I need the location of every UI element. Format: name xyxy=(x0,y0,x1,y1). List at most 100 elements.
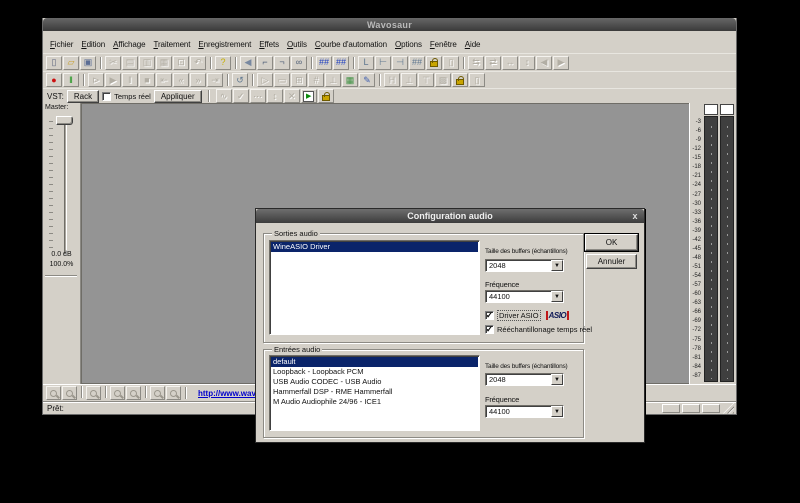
zoom-selection-icon xyxy=(90,389,97,397)
markers-all-button[interactable]: ## xyxy=(409,55,425,70)
connector-button[interactable]: ⌐ xyxy=(257,55,273,70)
cut-icon: ✂ xyxy=(109,57,117,67)
window-titlebar[interactable]: Wavosaur xyxy=(43,18,736,31)
vst-updown-icon: ↕ xyxy=(272,90,277,101)
meter-scale-label: -27 xyxy=(692,191,701,198)
undo-button: ↶ xyxy=(190,55,206,70)
dialog-titlebar[interactable]: Configuration audio x xyxy=(256,209,644,223)
toolbar-separator xyxy=(210,56,212,69)
inputs-buffer-combo[interactable]: 2048 ▼ xyxy=(485,373,564,386)
menu-enregistrement[interactable]: Enregistrement xyxy=(194,39,255,50)
batch-grid-button[interactable]: ▦ xyxy=(342,73,358,87)
menu-fen-tre[interactable]: Fenêtre xyxy=(426,39,461,50)
master-slider-track[interactable] xyxy=(64,117,67,255)
zoom-all-icon xyxy=(114,389,121,397)
vst-check-button: ✓ xyxy=(232,89,249,103)
vst-play-button[interactable]: ▶ xyxy=(300,89,317,103)
menu-fichier[interactable]: Fichier xyxy=(46,39,77,50)
list-item[interactable]: Loopback - Loopback PCM xyxy=(271,367,478,377)
meter-scale-label: -3 xyxy=(695,119,701,125)
block-icon: ▩ xyxy=(438,74,448,85)
pencil-edit-button[interactable]: ✎ xyxy=(359,73,375,87)
lock-transport-button[interactable] xyxy=(452,73,468,87)
copy-button: ▤ xyxy=(122,55,138,70)
help-button[interactable]: ? xyxy=(215,55,231,70)
save-button[interactable]: ▣ xyxy=(80,55,96,70)
realtime-label: Temps réel xyxy=(114,91,151,101)
menu-courbe-d-automation[interactable]: Courbe d'automation xyxy=(311,39,391,50)
marker-l-button[interactable]: L xyxy=(358,55,374,70)
chain-link-button[interactable]: ∞ xyxy=(291,55,307,70)
toolbar-transport: ● ‖ ⊳ ▶ ‖ ■ ⇤ « » ⇥ ↺ ▷ ▭ ⊞ # ⊥ ▦ ✎ H ⊥ ⊤ ▩ ▯ xyxy=(43,71,736,88)
marker-pair-2-button[interactable]: ## xyxy=(333,55,349,70)
normalize-icon: ⊥ xyxy=(329,74,337,85)
menu-traitement[interactable]: Traitement xyxy=(149,39,194,50)
driver-asio-checkbox[interactable]: ✓ xyxy=(485,311,494,320)
ok-button[interactable]: OK xyxy=(584,233,639,252)
resize-grip[interactable] xyxy=(723,402,734,414)
marker-start-button[interactable]: ⊢ xyxy=(375,55,391,70)
swap-left-icon: ⇆ xyxy=(472,57,480,67)
menu-effets[interactable]: Effets xyxy=(255,39,283,50)
swap-right-icon: ⇄ xyxy=(489,57,497,67)
apply-button[interactable]: Appliquer xyxy=(153,89,202,103)
speaker-button[interactable]: ◀ xyxy=(240,55,256,70)
toolbar-separator xyxy=(379,74,381,86)
connector-alt-button[interactable]: ¬ xyxy=(274,55,290,70)
vst-lock-button[interactable] xyxy=(317,89,334,103)
outputs-listbox[interactable]: WineASIO Driver xyxy=(269,240,480,335)
play-button: ▶ xyxy=(105,73,121,87)
marker-pair-2-icon: ## xyxy=(335,57,346,67)
vst-updown-button: ↕ xyxy=(266,89,283,103)
list-item[interactable]: USB Audio CODEC - USB Audio xyxy=(271,377,478,387)
marker-pair-1-icon: ## xyxy=(318,57,329,67)
dropdown-arrow-icon[interactable]: ▼ xyxy=(551,406,563,417)
menu-affichage[interactable]: Affichage xyxy=(109,39,149,50)
open-folder-button[interactable]: ▱ xyxy=(63,55,79,70)
zoom-selection-button xyxy=(86,386,101,400)
menu-outils[interactable]: Outils xyxy=(283,39,311,50)
menu-options[interactable]: Options xyxy=(391,39,426,50)
marker-pair-1-button[interactable]: ## xyxy=(316,55,332,70)
new-file-button[interactable]: ▯ xyxy=(46,55,62,70)
marker-down-icon: ⊤ xyxy=(422,74,430,85)
master-slider-thumb[interactable] xyxy=(56,116,73,125)
swap-left-button: ⇆ xyxy=(468,55,484,70)
inputs-freq-combo[interactable]: 44100 ▼ xyxy=(485,405,564,418)
inputs-listbox[interactable]: default Loopback - Loopback PCM USB Audio … xyxy=(269,355,480,431)
meter-left xyxy=(704,104,718,382)
dropdown-arrow-icon[interactable]: ▼ xyxy=(551,374,563,385)
close-icon[interactable]: x xyxy=(629,210,641,221)
meter-scale-label: -87 xyxy=(692,372,701,379)
cancel-button[interactable]: Annuler xyxy=(586,254,637,269)
resample-checkbox[interactable]: ✓ xyxy=(485,325,494,334)
inputs-freq-label: Fréquence xyxy=(485,395,520,404)
list-item[interactable]: WineASIO Driver xyxy=(271,242,478,252)
lock-markers-button[interactable] xyxy=(426,55,442,70)
dropdown-arrow-icon[interactable]: ▼ xyxy=(551,260,563,271)
fit-icon: ↕ xyxy=(524,57,530,67)
paste-new-icon: ▦ xyxy=(159,57,169,67)
outputs-freq-combo[interactable]: 44100 ▼ xyxy=(485,290,564,303)
meter-scale-label: -42 xyxy=(692,236,701,243)
realtime-checkbox[interactable] xyxy=(102,91,112,101)
rack-button[interactable]: Rack xyxy=(66,89,100,103)
menu-aide[interactable]: Aide xyxy=(461,39,485,50)
list-item[interactable]: M Audio Audiophile 24/96 - ICE1 xyxy=(271,397,478,407)
list-item[interactable]: Hammerfall DSP - RME Hammerfall xyxy=(271,387,478,397)
rewind-button: « xyxy=(173,73,189,87)
dropdown-arrow-icon[interactable]: ▼ xyxy=(551,291,563,302)
batch-grid-icon: ▦ xyxy=(345,74,355,85)
marker-end-button[interactable]: ⊣ xyxy=(392,55,408,70)
speaker-icon: ◀ xyxy=(244,57,252,67)
menu-edition[interactable]: Edition xyxy=(77,39,109,50)
record-button[interactable]: ● xyxy=(46,73,62,87)
loop-button[interactable]: ↺ xyxy=(232,73,248,87)
outputs-buffer-combo[interactable]: 2048 ▼ xyxy=(485,259,564,272)
monitor-input-button[interactable]: ‖ xyxy=(63,73,79,87)
zoom-out-icon xyxy=(66,389,73,397)
driver-asio-row: ✓ Driver ASIO ASIO xyxy=(485,310,570,321)
meter-scale-label: -60 xyxy=(692,291,701,298)
list-item[interactable]: default xyxy=(271,357,478,367)
vst-more-icon: ⋯ xyxy=(253,90,263,101)
